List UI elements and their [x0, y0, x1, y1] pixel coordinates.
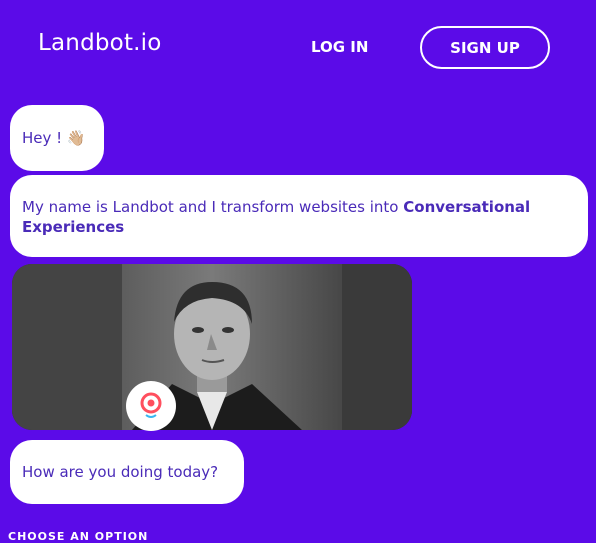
signup-button[interactable]: SIGN UP	[420, 26, 550, 69]
chat-gif-image	[12, 264, 412, 430]
brand-logo[interactable]: Landbot.io	[38, 30, 162, 56]
chat-message-intro: My name is Landbot and I transform websi…	[10, 175, 588, 257]
intro-text: My name is Landbot and I transform websi…	[22, 198, 404, 216]
chat-message-greeting: Hey ! 👋🏼	[10, 105, 104, 171]
options-heading: CHOOSE AN OPTION	[8, 530, 149, 543]
bot-avatar	[126, 381, 176, 431]
gif-illustration	[12, 264, 412, 430]
bot-avatar-icon	[140, 392, 162, 418]
chat-message-question: How are you doing today?	[10, 440, 244, 504]
login-link[interactable]: LOG IN	[311, 38, 368, 56]
